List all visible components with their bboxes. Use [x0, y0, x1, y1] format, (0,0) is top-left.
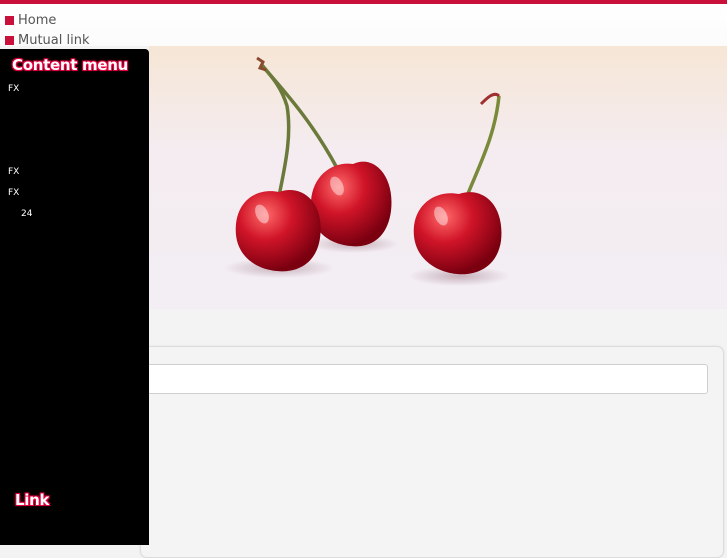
nav-link-mutual[interactable]: Mutual link — [5, 31, 90, 49]
sidebar-item-fx-3[interactable]: FX — [8, 188, 19, 198]
nav-link-mutual-label: Mutual link — [18, 32, 90, 48]
sidebar-item-24[interactable]: 24 — [21, 209, 32, 219]
square-bullet-icon — [5, 15, 14, 25]
link-heading: Link — [15, 491, 50, 509]
nav-link-home[interactable]: Home — [5, 11, 56, 29]
sidebar: Content menu FX FX FX 24 Link — [0, 49, 149, 545]
sidebar-item-fx-2[interactable]: FX — [8, 167, 19, 177]
content-menu-heading: Content menu — [12, 56, 128, 74]
cherries-image — [224, 56, 509, 286]
search-input[interactable] — [120, 364, 708, 394]
sidebar-item-fx-1[interactable]: FX — [8, 84, 19, 94]
hero-banner-cherries — [149, 46, 727, 309]
nav-link-home-label: Home — [18, 12, 57, 28]
top-nav: Home Mutual link — [0, 4, 727, 49]
square-bullet-icon — [5, 35, 14, 45]
